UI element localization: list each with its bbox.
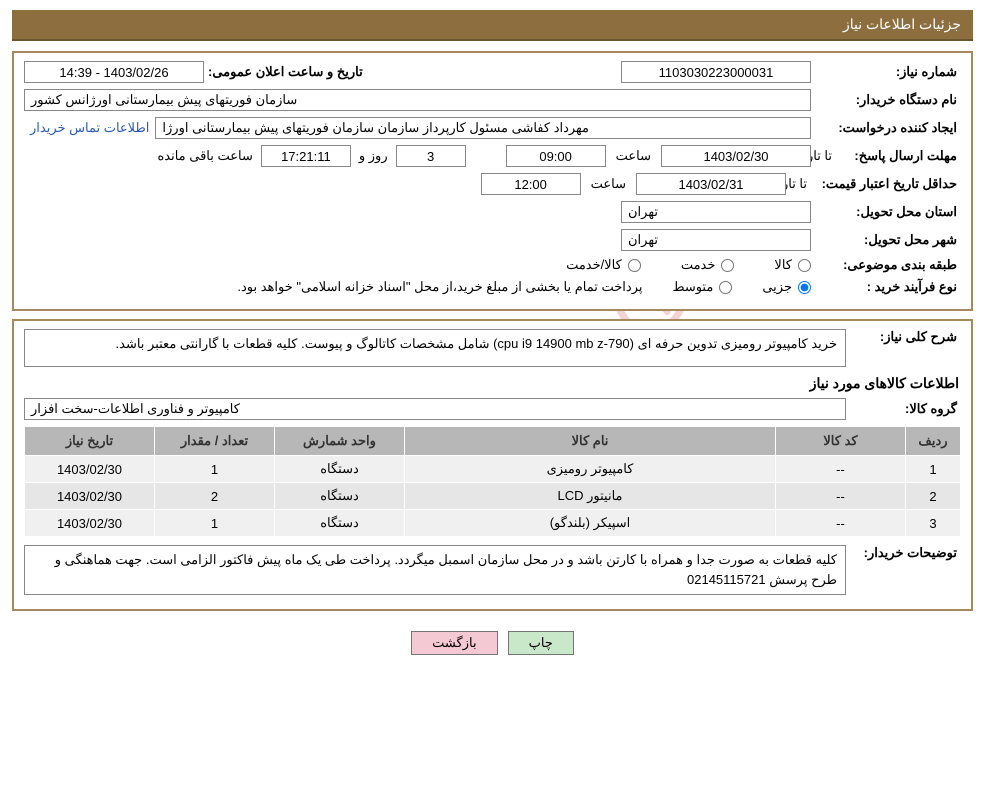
buyer-contact-link[interactable]: اطلاعات تماس خریدار	[24, 120, 155, 136]
deadline-date: 1403/02/30	[661, 145, 811, 167]
button-bar: چاپ بازگشت	[12, 619, 973, 667]
category-service[interactable]: خدمت	[681, 257, 735, 273]
cell-unit: دستگاه	[275, 456, 405, 483]
cell-name: کامپیوتر رومیزی	[405, 456, 776, 483]
hour-label-2: ساعت	[581, 176, 636, 192]
price-validity-time: 12:00	[481, 173, 581, 195]
process-medium[interactable]: متوسط	[672, 279, 732, 295]
cell-row: 1	[906, 456, 961, 483]
table-row: 1--کامپیوتر رومیزیدستگاه11403/02/30	[25, 456, 961, 483]
deadline-time: 09:00	[506, 145, 606, 167]
th-name: نام کالا	[405, 427, 776, 456]
cell-date: 1403/02/30	[25, 483, 155, 510]
need-no-label: شماره نیاز:	[811, 64, 961, 80]
city-value: تهران	[621, 229, 811, 251]
need-panel: شرح کلی نیاز: خرید کامپیوتر رومیزی تدوین…	[12, 319, 973, 611]
th-qty: تعداد / مقدار	[155, 427, 275, 456]
goods-group-label: گروه کالا:	[846, 401, 961, 417]
deadline-label: مهلت ارسال پاسخ:	[836, 148, 961, 164]
need-no-value: 1103030223000031	[621, 61, 811, 83]
cell-date: 1403/02/30	[25, 456, 155, 483]
requester-label: ایجاد کننده درخواست:	[811, 120, 961, 136]
province-value: تهران	[621, 201, 811, 223]
city-label: شهر محل تحویل:	[811, 232, 961, 248]
buyer-org-value: سازمان فوریتهای پیش بیمارستانی اورژانس ک…	[24, 89, 811, 111]
cell-row: 2	[906, 483, 961, 510]
need-desc-label: شرح کلی نیاز:	[846, 329, 961, 345]
until-date-label-1: تا تاریخ:	[811, 148, 836, 164]
remaining-label: ساعت باقی مانده	[149, 148, 260, 164]
cell-qty: 1	[155, 510, 275, 537]
buyer-org-label: نام دستگاه خریدار:	[811, 92, 961, 108]
cell-code: --	[776, 483, 906, 510]
cell-code: --	[776, 456, 906, 483]
th-unit: واحد شمارش	[275, 427, 405, 456]
table-row: 2--مانیتور LCDدستگاه21403/02/30	[25, 483, 961, 510]
cell-unit: دستگاه	[275, 510, 405, 537]
goods-group-value: کامپیوتر و فناوری اطلاعات-سخت افزار	[24, 398, 846, 420]
province-label: استان محل تحویل:	[811, 204, 961, 220]
items-table: ردیف کد کالا نام کالا واحد شمارش تعداد /…	[24, 426, 961, 537]
payment-note: پرداخت تمام یا بخشی از مبلغ خرید،از محل …	[237, 279, 642, 295]
buyer-notes-label: توضیحات خریدار:	[846, 545, 961, 561]
details-panel: شماره نیاز: 1103030223000031 تاریخ و ساع…	[12, 51, 973, 311]
process-minor[interactable]: جزیی	[762, 279, 811, 295]
th-date: تاریخ نیاز	[25, 427, 155, 456]
back-button[interactable]: بازگشت	[411, 631, 497, 655]
items-info-title: اطلاعات کالاهای مورد نیاز	[26, 375, 959, 392]
cell-qty: 1	[155, 456, 275, 483]
th-code: کد کالا	[776, 427, 906, 456]
cell-name: اسپیکر (بلندگو)	[405, 510, 776, 537]
price-validity-label: حداقل تاریخ اعتبار قیمت:	[811, 176, 961, 192]
print-button[interactable]: چاپ	[508, 631, 574, 655]
announce-dt-label: تاریخ و ساعت اعلان عمومی:	[204, 64, 367, 80]
process-type-label: نوع فرآیند خرید :	[811, 279, 961, 295]
cell-row: 3	[906, 510, 961, 537]
th-row: ردیف	[906, 427, 961, 456]
price-validity-date: 1403/02/31	[636, 173, 786, 195]
category-goods[interactable]: کالا	[774, 257, 811, 273]
cell-unit: دستگاه	[275, 483, 405, 510]
days-and-label: روز و	[351, 148, 396, 164]
hour-label-1: ساعت	[606, 148, 661, 164]
need-desc-value: خرید کامپیوتر رومیزی تدوین حرفه ای (cpu …	[24, 329, 846, 367]
category-label: طبقه بندی موضوعی:	[811, 257, 961, 273]
announce-dt-value: 1403/02/26 - 14:39	[24, 61, 204, 83]
remaining-days: 3	[396, 145, 466, 167]
remaining-clock: 17:21:11	[261, 145, 351, 167]
table-row: 3--اسپیکر (بلندگو)دستگاه11403/02/30	[25, 510, 961, 537]
cell-name: مانیتور LCD	[405, 483, 776, 510]
buyer-notes-value: کلیه قطعات به صورت جدا و همراه با کارتن …	[24, 545, 846, 595]
requester-value: مهرداد کفاشی مسئول کارپرداز سازمان سازما…	[155, 117, 811, 139]
page-title: جزئیات اطلاعات نیاز	[12, 10, 973, 41]
category-goods-service[interactable]: کالا/خدمت	[566, 257, 641, 273]
cell-date: 1403/02/30	[25, 510, 155, 537]
cell-code: --	[776, 510, 906, 537]
cell-qty: 2	[155, 483, 275, 510]
until-date-label-2: تا تاریخ:	[786, 176, 811, 192]
